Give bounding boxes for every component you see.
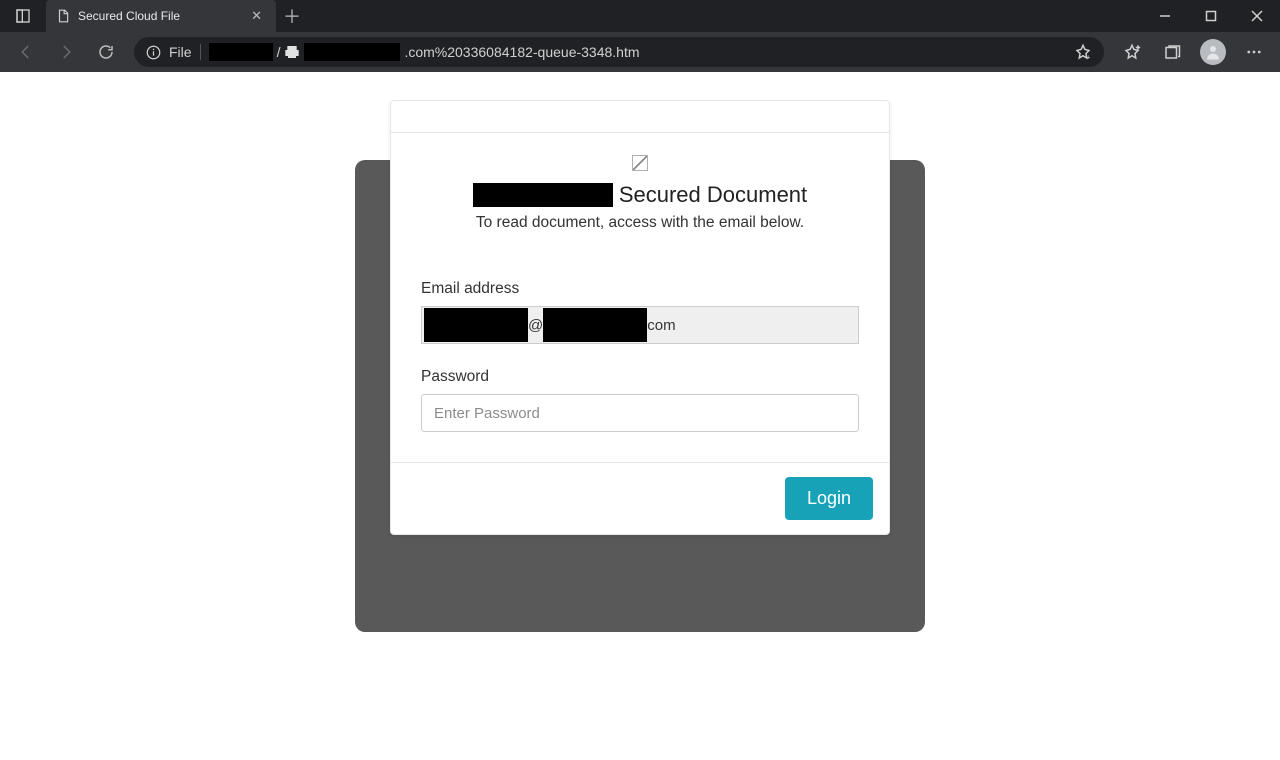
password-input[interactable] xyxy=(421,394,859,432)
email-field[interactable]: @ com xyxy=(421,306,859,344)
email-tld: com xyxy=(647,317,675,334)
printer-icon xyxy=(284,45,300,59)
email-label: Email address xyxy=(421,280,859,298)
refresh-button[interactable] xyxy=(88,36,124,68)
tab-title: Secured Cloud File xyxy=(78,9,239,23)
back-button[interactable] xyxy=(8,36,44,68)
window-controls xyxy=(1142,0,1280,32)
forward-button[interactable] xyxy=(48,36,84,68)
svg-text:+: + xyxy=(1086,53,1091,62)
modal-body: Secured Document To read document, acces… xyxy=(391,133,889,462)
email-at: @ xyxy=(528,317,543,334)
favorites-button[interactable] xyxy=(1114,36,1150,68)
login-form: Email address @ com Password xyxy=(421,280,859,432)
modal-subtitle: To read document, access with the email … xyxy=(421,214,859,232)
page-viewport: Secured Document To read document, acces… xyxy=(0,72,1280,760)
browser-logo xyxy=(0,0,46,32)
modal-title: Secured Document xyxy=(421,182,859,208)
url-path: / .com%20336084182-queue-3348.htm xyxy=(209,43,640,61)
new-tab-button[interactable]: ＋ xyxy=(276,0,308,32)
password-label: Password xyxy=(421,368,859,386)
modal-title-text: Secured Document xyxy=(619,182,807,208)
collections-button[interactable] xyxy=(1154,36,1190,68)
close-window-button[interactable] xyxy=(1234,0,1280,32)
profile-avatar[interactable] xyxy=(1200,39,1226,65)
modal-footer: Login xyxy=(391,462,889,534)
url-scheme: File xyxy=(169,44,192,60)
login-modal: Secured Document To read document, acces… xyxy=(390,100,890,535)
login-button[interactable]: Login xyxy=(785,477,873,520)
more-menu-button[interactable] xyxy=(1236,36,1272,68)
tab-close-button[interactable]: ✕ xyxy=(247,6,266,26)
reader-mode-icon[interactable]: + xyxy=(1074,43,1092,61)
file-icon xyxy=(56,9,70,23)
browser-toolbar: File / .com%20336084182-queue-3348.htm + xyxy=(0,32,1280,72)
redacted-segment xyxy=(543,308,647,342)
titlebar: Secured Cloud File ✕ ＋ xyxy=(0,0,1280,32)
minimize-button[interactable] xyxy=(1142,0,1188,32)
redacted-segment xyxy=(209,43,273,61)
redacted-segment xyxy=(473,183,613,207)
info-icon xyxy=(146,45,161,60)
broken-image-icon xyxy=(632,155,648,171)
redacted-segment xyxy=(304,43,400,61)
modal-header xyxy=(391,101,889,133)
redacted-segment xyxy=(424,308,528,342)
address-bar[interactable]: File / .com%20336084182-queue-3348.htm + xyxy=(134,37,1104,67)
url-visible-suffix: .com%20336084182-queue-3348.htm xyxy=(404,44,639,60)
maximize-button[interactable] xyxy=(1188,0,1234,32)
browser-tab-active[interactable]: Secured Cloud File ✕ xyxy=(46,0,276,32)
url-separator xyxy=(200,44,201,60)
